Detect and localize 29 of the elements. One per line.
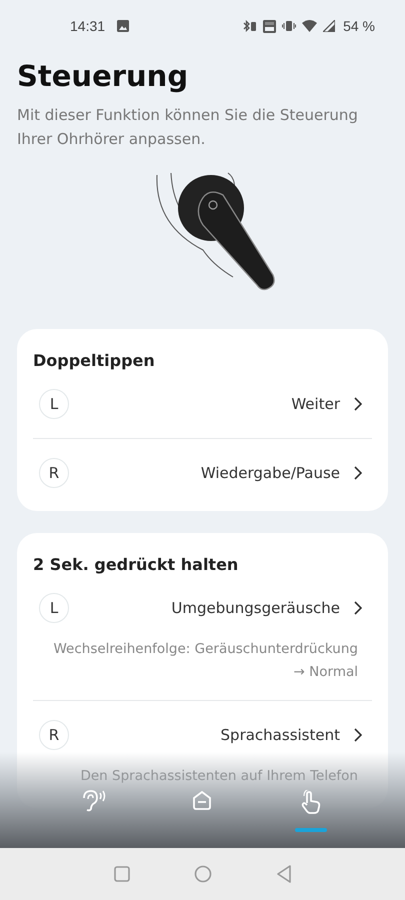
control-row[interactable]: L Umgebungsgeräusche [33,582,372,634]
signal-icon [323,20,336,32]
chevron-right-icon [354,466,362,480]
image-icon [117,20,130,32]
action-description: Wechselreihenfolge: Geräuschunterdrückung → Normal [52,640,358,682]
action-description: Den Sprachassistenten auf Ihrem Telefon [79,767,358,786]
control-row[interactable]: L Weiter [33,378,372,430]
vibrate-icon [282,20,296,32]
action-label: Umgebungsgeräusche [170,599,340,617]
chevron-right-icon [354,728,362,742]
side-badge: L [39,593,69,623]
chevron-right-icon [354,601,362,615]
status-time: 14:31 [70,18,106,34]
section-title: Doppeltippen [33,351,156,370]
battery-percentage: 54 % [343,18,375,34]
section-title: 2 Sek. gedrückt halten [33,555,240,574]
side-badge: R [39,720,69,750]
side-badge: R [39,458,69,488]
side-badge: L [39,389,69,419]
wifi-icon [302,20,318,32]
action-label: Wiedergabe/Pause [200,464,340,482]
chevron-right-icon [354,397,362,411]
action-label: Sprachassistent [220,726,340,744]
page-title: Steuerung [17,59,190,93]
bluetooth-battery-icon [243,20,258,32]
control-row[interactable]: R Wiedergabe/Pause [33,447,372,499]
control-row[interactable]: R Sprachassistent [33,709,372,761]
action-label: Weiter [290,395,340,413]
page-description: Mit dieser Funktion können Sie die Steuerung Ihrer Ohrhörer anpassen. [17,105,359,150]
